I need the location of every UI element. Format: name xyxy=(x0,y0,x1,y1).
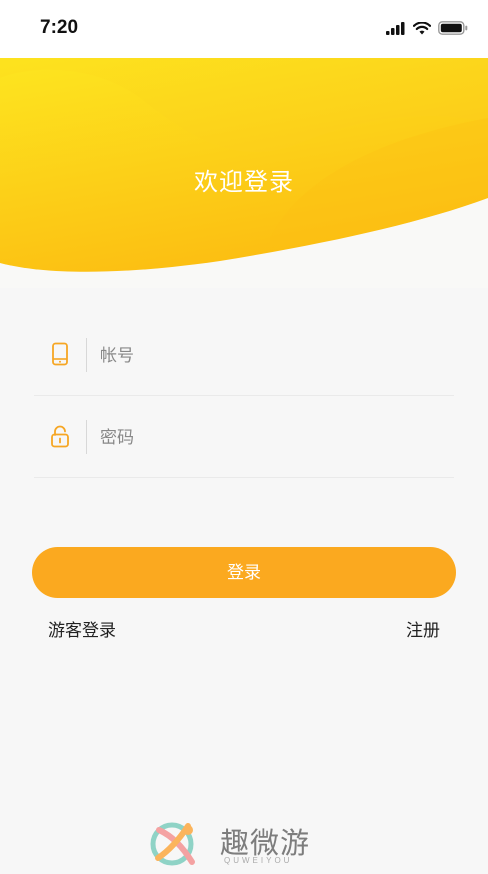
register-link[interactable]: 注册 xyxy=(406,616,440,641)
status-icons xyxy=(386,21,468,35)
wifi-icon xyxy=(413,21,431,34)
status-bar: 7:20 xyxy=(0,0,488,58)
welcome-title: 欢迎登录 xyxy=(194,168,294,196)
account-field xyxy=(34,314,454,396)
signal-icon xyxy=(386,21,405,35)
phone-icon xyxy=(52,342,68,366)
guest-login-link[interactable]: 游客登录 xyxy=(48,616,116,641)
password-field xyxy=(34,396,454,478)
brand-subtitle: QUWEIYOU xyxy=(224,856,293,865)
account-input[interactable] xyxy=(100,336,440,376)
password-divider xyxy=(86,420,87,454)
account-divider xyxy=(86,338,87,372)
lock-icon xyxy=(51,425,69,448)
login-button[interactable]: 登录 xyxy=(32,547,456,598)
brand-logo-icon xyxy=(150,822,195,866)
password-input[interactable] xyxy=(100,418,440,458)
hero-banner: 欢迎登录 xyxy=(0,58,488,288)
status-time: 7:20 xyxy=(40,17,79,38)
battery-icon xyxy=(438,21,468,35)
brand-footer: 趣微游 QUWEIYOU xyxy=(150,818,350,868)
